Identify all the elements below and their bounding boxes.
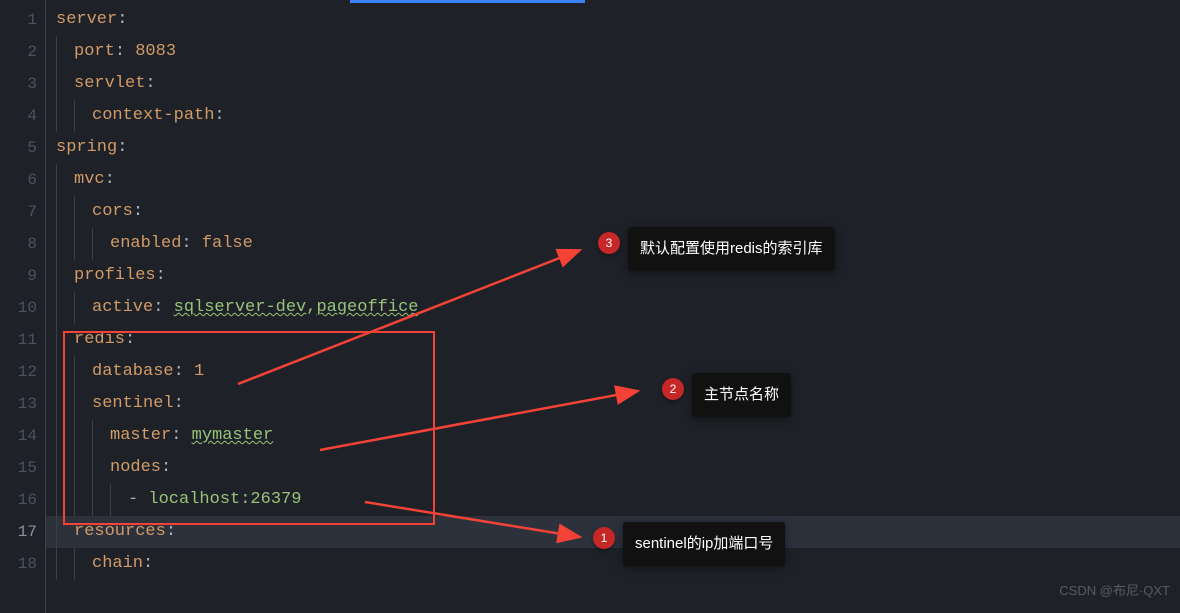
line-number: 8 [0,228,37,260]
code-content[interactable]: server: port: 8083 servlet: context-path… [45,0,1180,613]
code-line-15[interactable]: nodes: [46,452,1180,484]
line-number: 11 [0,324,37,356]
line-number: 3 [0,68,37,100]
line-number-gutter: 1 2 3 4 5 6 7 8 9 10 11 12 13 14 15 16 1… [0,0,45,613]
annotation-badge-3: 3 [598,232,620,254]
code-line-13[interactable]: sentinel: [46,388,1180,420]
line-number: 9 [0,260,37,292]
line-number: 10 [0,292,37,324]
code-line-5[interactable]: spring: [46,132,1180,164]
annotation-label-1: sentinel的ip加端口号 [623,522,785,566]
line-number: 12 [0,356,37,388]
code-line-7[interactable]: cors: [46,196,1180,228]
code-line-18[interactable]: chain: [46,548,1180,580]
line-number: 15 [0,452,37,484]
line-number: 4 [0,100,37,132]
line-number: 16 [0,484,37,516]
code-line-14[interactable]: master: mymaster [46,420,1180,452]
line-number: 7 [0,196,37,228]
line-number: 6 [0,164,37,196]
watermark: CSDN @布尼·QXT [1059,575,1170,607]
code-line-9[interactable]: profiles: [46,260,1180,292]
code-line-16[interactable]: - localhost:26379 [46,484,1180,516]
code-line-6[interactable]: mvc: [46,164,1180,196]
code-line-11[interactable]: redis: [46,324,1180,356]
line-number: 18 [0,548,37,580]
annotation-label-3: 默认配置使用redis的索引库 [628,227,835,271]
code-line-1[interactable]: server: [46,4,1180,36]
line-number: 17 [0,516,37,548]
line-number: 5 [0,132,37,164]
line-number: 14 [0,420,37,452]
annotation-badge-1: 1 [593,527,615,549]
line-number: 13 [0,388,37,420]
code-line-3[interactable]: servlet: [46,68,1180,100]
code-line-12[interactable]: database: 1 [46,356,1180,388]
code-line-4[interactable]: context-path: [46,100,1180,132]
code-editor[interactable]: 1 2 3 4 5 6 7 8 9 10 11 12 13 14 15 16 1… [0,0,1180,613]
line-number: 1 [0,4,37,36]
line-number: 2 [0,36,37,68]
code-line-2[interactable]: port: 8083 [46,36,1180,68]
annotation-badge-2: 2 [662,378,684,400]
code-line-10[interactable]: active: sqlserver-dev,pageoffice [46,292,1180,324]
annotation-label-2: 主节点名称 [692,373,791,417]
